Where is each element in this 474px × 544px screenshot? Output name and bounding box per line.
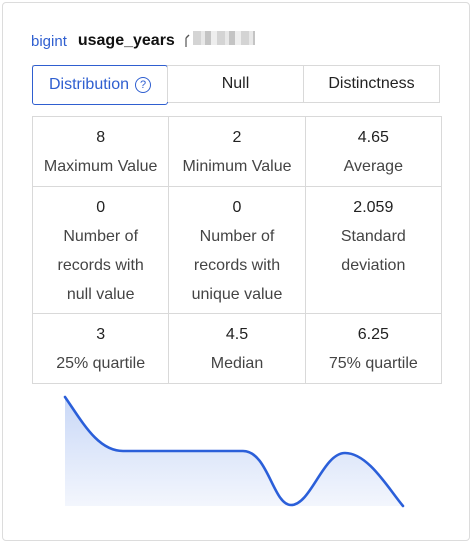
stat-label: Number of records with unique value (191, 228, 283, 303)
tab-distinctness[interactable]: Distinctness (303, 66, 439, 102)
stat-value: 0 (232, 199, 242, 216)
stat-cell-maximum: 8 Maximum Value (31, 116, 170, 187)
stat-cell-null-count: 0 Number of records with null value (31, 186, 170, 314)
stat-label: Number of records with null value (57, 228, 144, 303)
stat-value: 4.5 (225, 326, 249, 343)
help-icon[interactable]: ? (135, 77, 152, 93)
stat-label: 75% quartile (328, 355, 418, 372)
stat-cell-minimum: 2 Minimum Value (168, 116, 306, 187)
tab-distribution-label: Distribution (48, 76, 130, 93)
stats-row: 3 25% quartile 4.5 Median 6.25 75% quart… (31, 313, 443, 384)
column-profile-card: bigint usage_years Distribution ? Null D… (2, 2, 470, 541)
tab-null-label: Null (221, 75, 250, 92)
stat-cell-q3: 6.25 75% quartile (304, 313, 443, 384)
column-header: bigint usage_years (31, 31, 255, 51)
stat-value: 8 (96, 129, 106, 146)
stat-label: 25% quartile (56, 355, 146, 372)
stat-cell-q1: 3 25% quartile (31, 313, 170, 384)
redacted-description (192, 31, 255, 45)
stats-row: 0 Number of records with null value 0 Nu… (31, 186, 443, 314)
stats-row: 8 Maximum Value 2 Minimum Value 4.65 Ave… (31, 116, 443, 187)
stat-label: Minimum Value (182, 158, 292, 175)
stat-value: 6.25 (357, 326, 389, 343)
stat-value: 3 (96, 326, 106, 343)
stat-cell-std-dev: 2.059 Standard deviation (304, 186, 443, 314)
stat-cell-unique-count: 0 Number of records with unique value (168, 186, 306, 314)
edit-icon[interactable] (185, 34, 191, 48)
distribution-curve-chart (63, 395, 405, 508)
tab-distribution[interactable]: Distribution ? (32, 65, 168, 105)
stat-cell-average: 4.65 Average (304, 116, 443, 187)
stat-cell-median: 4.5 Median (168, 313, 306, 384)
stat-label: Average (343, 158, 403, 175)
stat-value: 2 (232, 129, 242, 146)
stat-label: Maximum Value (43, 158, 158, 175)
stat-value: 0 (96, 199, 106, 216)
stat-label: Median (210, 355, 264, 372)
stat-value: 4.65 (357, 129, 389, 146)
column-name: usage_years (77, 32, 175, 49)
stat-value: 2.059 (353, 199, 394, 216)
stats-table: 8 Maximum Value 2 Minimum Value 4.65 Ave… (31, 116, 443, 384)
tab-bar: Distribution ? Null Distinctness (32, 65, 440, 105)
column-type: bigint (31, 32, 67, 50)
tab-distinctness-label: Distinctness (328, 75, 415, 92)
stat-label: Standard deviation (340, 228, 406, 274)
tab-null[interactable]: Null (167, 66, 303, 102)
